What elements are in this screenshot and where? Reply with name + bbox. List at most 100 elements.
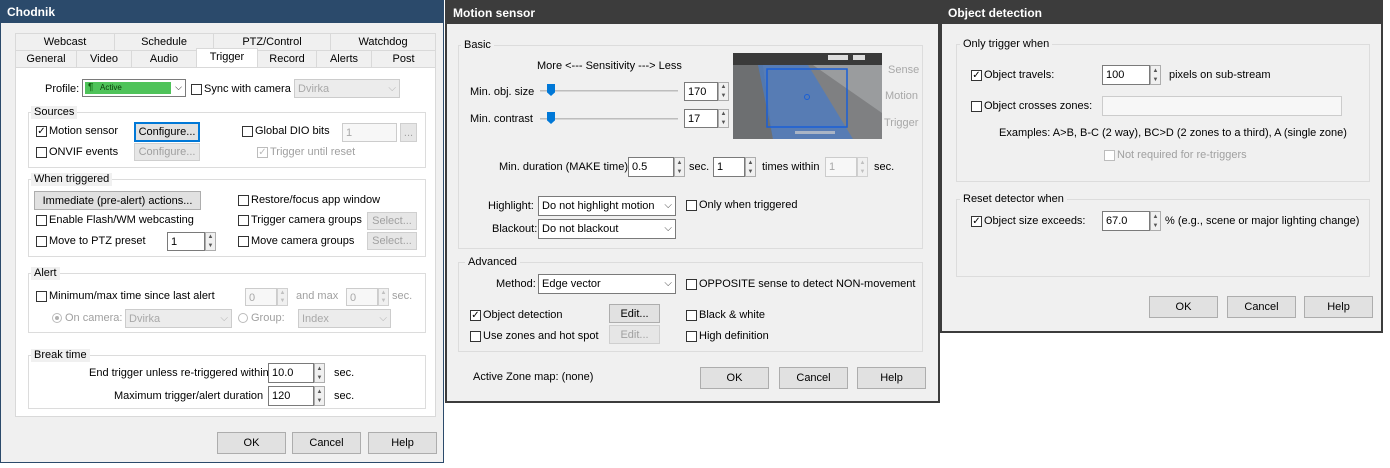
profile-color-swatch	[85, 82, 171, 94]
preview-trigger-label: Trigger	[884, 117, 919, 129]
tab-webcast[interactable]: Webcast	[15, 33, 115, 50]
configure-motion-button[interactable]: Configure...	[134, 122, 200, 142]
sync-with-camera-checkbox[interactable]	[191, 84, 202, 95]
max-time-input: 0	[346, 288, 378, 306]
highlight-select[interactable]: Do not highlight motion ⌵	[538, 196, 676, 216]
profile-select[interactable]: ¶ Active ⌵	[82, 79, 186, 97]
ok-button[interactable]: OK	[1149, 296, 1218, 318]
tab-audio[interactable]: Audio	[131, 50, 197, 67]
restore-focus-checkbox[interactable]	[238, 195, 249, 206]
size-exceeds-label: Object size exceeds:	[984, 215, 1086, 227]
group-label: Group:	[251, 312, 285, 324]
max-duration-label: Maximum trigger/alert duration	[114, 390, 264, 402]
motion-sensor-dialog: Motion sensor Basic More <--- Sensitivit…	[445, 0, 940, 403]
max-duration-input[interactable]: 120	[268, 386, 314, 406]
move-camera-groups-label: Move camera groups	[251, 235, 355, 247]
times-within-label: times within	[762, 161, 820, 173]
black-white-label: Black & white	[699, 309, 766, 321]
tab-record[interactable]: Record	[257, 50, 317, 67]
spin-up-icon: ▲	[720, 84, 727, 91]
tab-alerts[interactable]: Alerts	[316, 50, 372, 67]
ok-button[interactable]: OK	[217, 432, 286, 454]
alert-camera-value: Dvirka	[129, 313, 161, 325]
break-time-group-title: Break time	[31, 349, 90, 362]
help-button[interactable]: Help	[857, 367, 926, 389]
min-contrast-spinner[interactable]: ▲ ▼	[718, 109, 729, 128]
restore-focus-label: Restore/focus app window	[251, 194, 381, 206]
cancel-button[interactable]: Cancel	[1227, 296, 1296, 318]
min-duration-spinner[interactable]: ▲ ▼	[674, 157, 685, 177]
method-label: Method:	[496, 278, 536, 290]
tab-post[interactable]: Post	[371, 50, 436, 67]
configure-onvif-button: Configure...	[134, 143, 200, 161]
ok-button[interactable]: OK	[700, 367, 769, 389]
spin-up-icon: ▲	[380, 290, 387, 296]
spin-down-icon: ▼	[1152, 222, 1159, 229]
immediate-actions-button[interactable]: Immediate (pre-alert) actions...	[34, 191, 201, 210]
ptz-preset-input[interactable]: 1	[167, 232, 205, 251]
tab-trigger[interactable]: Trigger	[196, 48, 258, 67]
trigger-camera-groups-checkbox[interactable]	[238, 215, 249, 226]
advanced-group-title: Advanced	[465, 256, 520, 269]
object-crosses-checkbox[interactable]	[971, 101, 982, 112]
size-exceeds-spinner[interactable]: ▲ ▼	[1150, 211, 1161, 231]
enable-flash-checkbox[interactable]	[36, 215, 47, 226]
min-obj-size-input[interactable]: 170	[684, 82, 718, 101]
cancel-button[interactable]: Cancel	[779, 367, 848, 389]
spin-up-icon: ▲	[859, 159, 866, 166]
end-trigger-input[interactable]: 10.0	[268, 363, 314, 383]
times-spinner[interactable]: ▲ ▼	[745, 157, 756, 177]
reset-detector-group	[956, 199, 1370, 277]
min-obj-size-label: Min. obj. size	[470, 86, 535, 98]
times-input[interactable]: 1	[713, 157, 745, 177]
enable-flash-label: Enable Flash/WM webcasting	[49, 214, 194, 226]
high-definition-label: High definition	[699, 330, 769, 342]
object-detection-checkbox[interactable]: ✓	[470, 310, 481, 321]
onvif-events-checkbox[interactable]	[36, 147, 47, 158]
tab-watchdog[interactable]: Watchdog	[330, 33, 436, 50]
only-when-triggered-checkbox[interactable]	[686, 200, 697, 211]
min-duration-input[interactable]: 0.5	[628, 157, 674, 177]
preview-scene	[733, 53, 882, 139]
move-ptz-checkbox[interactable]	[36, 236, 47, 247]
size-exceeds-input[interactable]: 67.0	[1102, 211, 1150, 231]
cancel-button[interactable]: Cancel	[292, 432, 361, 454]
max-duration-spinner[interactable]: ▲ ▼	[314, 386, 325, 406]
when-triggered-group-title: When triggered	[31, 173, 113, 186]
tab-video[interactable]: Video	[76, 50, 132, 67]
sync-camera-value: Dvirka	[298, 83, 330, 95]
tab-general[interactable]: General	[15, 50, 77, 67]
help-button[interactable]: Help	[368, 432, 437, 454]
object-travels-input[interactable]: 100	[1102, 65, 1150, 85]
object-detection-label: Object detection	[483, 309, 563, 321]
active-zone-map-label: Active Zone map: (none)	[473, 371, 594, 383]
black-white-checkbox[interactable]	[686, 310, 697, 321]
object-detection-edit-button[interactable]: Edit...	[609, 304, 660, 323]
alert-group-title: Alert	[31, 267, 60, 280]
method-select[interactable]: Edge vector ⌵	[538, 274, 676, 294]
sources-group-title: Sources	[31, 106, 78, 119]
zones-hotspot-label: Use zones and hot spot	[483, 330, 599, 342]
spin-down-icon: ▼	[207, 242, 214, 249]
zones-hotspot-checkbox[interactable]	[470, 331, 481, 342]
min-obj-size-spinner[interactable]: ▲ ▼	[718, 82, 729, 101]
trigger-camera-groups-label: Trigger camera groups	[251, 214, 362, 226]
blackout-select[interactable]: Do not blackout ⌵	[538, 219, 676, 239]
move-camera-groups-checkbox[interactable]	[238, 236, 249, 247]
end-trigger-spinner[interactable]: ▲ ▼	[314, 363, 325, 383]
help-button[interactable]: Help	[1304, 296, 1373, 318]
spin-down-icon: ▼	[316, 397, 323, 404]
object-travels-checkbox[interactable]: ✓	[971, 70, 982, 81]
min-contrast-input[interactable]: 17	[684, 109, 718, 128]
object-travels-spinner[interactable]: ▲ ▼	[1150, 65, 1161, 85]
ptz-preset-spinner[interactable]: ▲ ▼	[205, 232, 216, 251]
size-exceeds-checkbox[interactable]: ✓	[971, 216, 982, 227]
high-definition-checkbox[interactable]	[686, 331, 697, 342]
min-max-time-checkbox[interactable]	[36, 291, 47, 302]
object-crosses-label: Object crosses zones:	[984, 100, 1093, 112]
only-trigger-group-title: Only trigger when	[960, 38, 1053, 51]
chevron-down-icon: ⌵	[175, 82, 182, 92]
motion-sensor-checkbox[interactable]: ✓	[36, 126, 47, 137]
global-dio-checkbox[interactable]	[242, 126, 253, 137]
opposite-sense-checkbox[interactable]	[686, 279, 697, 290]
